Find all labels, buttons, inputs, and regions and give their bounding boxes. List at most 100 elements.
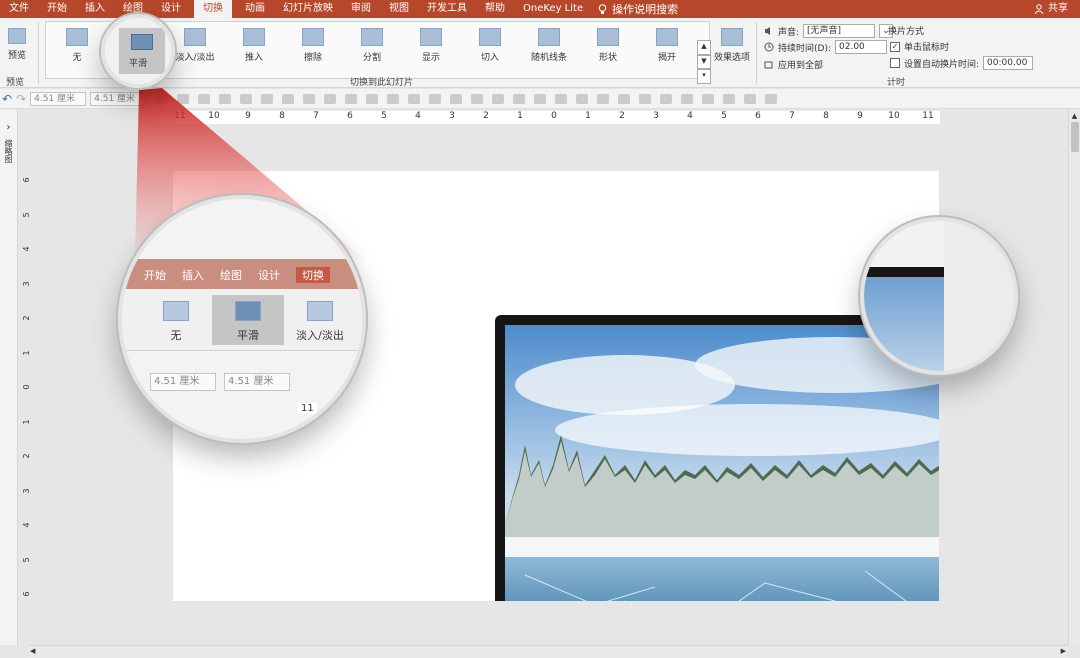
share-label: 共享 [1048, 3, 1068, 14]
toolbar-icon[interactable] [177, 93, 190, 104]
transition-item[interactable]: 揭开 [640, 24, 694, 74]
chevron-down-icon[interactable]: ▼ [697, 54, 711, 70]
toolbar-icon[interactable] [240, 93, 253, 104]
magnified-tab: 开始 [144, 269, 166, 282]
toolbar-icon[interactable] [702, 93, 715, 104]
menu-tab[interactable]: 开发工具 [418, 0, 476, 18]
transition-item[interactable]: 擦除 [286, 24, 340, 74]
transition-item[interactable]: 随机线条 [522, 24, 576, 74]
magnified-transition-label: 无 [170, 329, 182, 342]
menu-tab[interactable]: OneKey Lite [514, 0, 592, 18]
toolbar-icon[interactable] [387, 93, 400, 104]
vertical-scrollbar[interactable]: ▲ [1068, 110, 1080, 645]
ruler-tick: 0 [551, 111, 557, 121]
transition-item[interactable]: 推入 [227, 24, 281, 74]
magnifier-small: 平滑 [101, 14, 175, 88]
toolbar-icon[interactable] [744, 93, 757, 104]
ruler-tick: 4 [22, 522, 32, 528]
scroll-up-icon[interactable]: ▲ [1069, 112, 1080, 120]
toolbar-icon[interactable] [555, 93, 568, 104]
toolbar-icon[interactable] [660, 93, 673, 104]
transition-item[interactable]: 无 [50, 24, 104, 74]
toolbar-icons [156, 93, 778, 104]
menu-tab[interactable]: 开始 [38, 0, 76, 18]
gallery-scroll[interactable]: ▲ ▼ ▾ [697, 40, 711, 85]
menu-tab[interactable]: 视图 [380, 0, 418, 18]
toolbar-icon[interactable] [639, 93, 652, 104]
ruler-tick: 11 [174, 111, 186, 121]
on-click-checkbox[interactable]: ✓ [890, 41, 900, 52]
toolbar-icon[interactable] [723, 93, 736, 104]
toolbar-icon[interactable] [198, 93, 211, 104]
toolbar-icon[interactable] [261, 93, 274, 104]
scroll-thumb[interactable] [1070, 122, 1079, 152]
horizontal-scrollbar[interactable]: ◀ ▶ [28, 645, 1068, 658]
toolbar-icon[interactable] [576, 93, 589, 104]
transition-item[interactable]: 分割 [345, 24, 399, 74]
transition-label: 切入 [480, 53, 499, 63]
magnified-transition: 平滑 [212, 295, 284, 345]
ruler-tick: 2 [483, 111, 489, 121]
toolbar-icon[interactable] [429, 93, 442, 104]
menu-tab[interactable]: 插入 [76, 0, 114, 18]
effect-options-button[interactable]: 效果选项 [712, 24, 752, 74]
quick-toolbar: ↶ ↷ 4.51 厘米 4.51 厘米 [0, 89, 1080, 109]
scroll-left-icon[interactable]: ◀ [30, 647, 35, 655]
toolbar-icon[interactable] [597, 93, 610, 104]
magnified-tab: 切换 [296, 267, 330, 283]
menu-tab[interactable]: 切换 [194, 0, 232, 18]
tell-me-search[interactable]: 操作说明搜索 [592, 1, 678, 17]
redo-icon[interactable]: ↷ [16, 92, 26, 106]
magnified-transition-label: 淡入/淡出 [296, 329, 344, 342]
menu-tab[interactable]: 文件 [0, 0, 38, 18]
toolbar-icon[interactable] [408, 93, 421, 104]
toolbar-icon[interactable] [282, 93, 295, 104]
ruler-tick: 4 [415, 111, 421, 121]
ruler-tick: 3 [22, 487, 32, 494]
menu-tab[interactable]: 动画 [236, 0, 274, 18]
search-label: 操作说明搜索 [612, 3, 679, 16]
shape-width-input[interactable]: 4.51 厘米 [90, 91, 147, 106]
toolbar-icon[interactable] [345, 93, 358, 104]
toolbar-icon[interactable] [618, 93, 631, 104]
share-button[interactable]: 共享 [1034, 0, 1068, 18]
transition-item[interactable]: 形状 [581, 24, 635, 74]
toolbar-icon[interactable] [366, 93, 379, 104]
toolbar-icon[interactable] [156, 93, 169, 104]
after-checkbox[interactable] [890, 58, 900, 68]
toolbar-icon[interactable] [765, 93, 778, 104]
duration-label: 持续时间(D): [778, 43, 831, 54]
transition-icon [479, 28, 501, 46]
transition-icon [656, 28, 678, 46]
ruler-tick: 7 [313, 111, 319, 121]
transition-item[interactable]: 显示 [404, 24, 458, 74]
toolbar-icon[interactable] [513, 93, 526, 104]
duration-input[interactable]: 02.00 [835, 40, 887, 54]
sound-dropdown[interactable]: [无声音] [803, 24, 876, 38]
apply-to-all-button[interactable]: 应用到全部 [764, 58, 823, 71]
toolbar-icon[interactable] [219, 93, 232, 104]
toolbar-icon[interactable] [450, 93, 463, 104]
scroll-right-icon[interactable]: ▶ [1061, 647, 1066, 655]
transition-item[interactable]: 切入 [463, 24, 517, 74]
shape-height-input[interactable]: 4.51 厘米 [30, 91, 87, 106]
after-time-input[interactable]: 00:00.00 [983, 56, 1034, 70]
menu-tab[interactable]: 设计 [152, 0, 190, 18]
undo-icon[interactable]: ↶ [2, 92, 12, 106]
menu-tab[interactable]: 审阅 [342, 0, 380, 18]
toolbar-icon[interactable] [681, 93, 694, 104]
toolbar-icon[interactable] [471, 93, 484, 104]
transition-item[interactable]: 淡入/淡出 [168, 24, 222, 74]
more-icon[interactable]: ▾ [697, 69, 711, 85]
toolbar-icon[interactable] [492, 93, 505, 104]
toolbar-icon[interactable] [324, 93, 337, 104]
ruler-tick: 10 [888, 111, 900, 121]
vertical-ruler: 6 5 4 3 2 1 0 1 2 3 4 5 6 [22, 170, 38, 600]
preview-button[interactable]: 预览 [2, 24, 32, 74]
menu-tab[interactable]: 帮助 [476, 0, 514, 18]
toolbar-icon[interactable] [534, 93, 547, 104]
chevron-right-icon[interactable]: › [0, 122, 17, 133]
menu-tab[interactable]: 幻灯片放映 [274, 0, 342, 18]
chevron-up-icon[interactable]: ▲ [697, 40, 711, 55]
toolbar-icon[interactable] [303, 93, 316, 104]
